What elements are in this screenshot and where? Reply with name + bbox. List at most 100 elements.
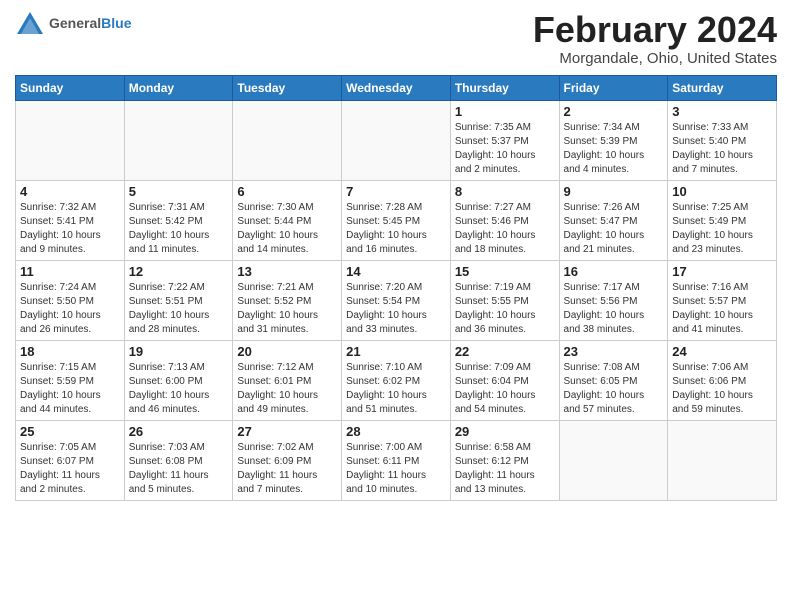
day-info: Sunrise: 7:21 AM Sunset: 5:52 PM Dayligh…	[237, 281, 337, 337]
col-wednesday: Wednesday	[342, 75, 451, 100]
day-number: 11	[20, 264, 120, 279]
day-info: Sunrise: 7:32 AM Sunset: 5:41 PM Dayligh…	[20, 201, 120, 257]
day-info: Sunrise: 7:16 AM Sunset: 5:57 PM Dayligh…	[672, 281, 772, 337]
table-row: 18 Sunrise: 7:15 AM Sunset: 5:59 PM Dayli…	[16, 340, 125, 420]
table-row: 8Sunrise: 7:27 AM Sunset: 5:46 PM Daylig…	[450, 180, 559, 260]
day-info: Sunrise: 7:13 AM Sunset: 6:00 PM Dayligh…	[129, 361, 229, 417]
table-row: 29 Sunrise: 6:58 AM Sunset: 6:12 PM Dayli…	[450, 420, 559, 500]
day-number: 14	[346, 264, 446, 279]
table-row: 26 Sunrise: 7:03 AM Sunset: 6:08 PM Dayli…	[124, 420, 233, 500]
calendar-week-row: 25 Sunrise: 7:05 AM Sunset: 6:07 PM Dayli…	[16, 420, 777, 500]
table-row: 20 Sunrise: 7:12 AM Sunset: 6:01 PM Dayli…	[233, 340, 342, 420]
day-info: Sunrise: 7:15 AM Sunset: 5:59 PM Dayligh…	[20, 361, 120, 417]
day-info: Sunrise: 7:03 AM Sunset: 6:08 PM Dayligh…	[129, 441, 229, 497]
calendar-week-row: 18 Sunrise: 7:15 AM Sunset: 5:59 PM Dayli…	[16, 340, 777, 420]
table-row	[124, 100, 233, 180]
day-number: 27	[237, 424, 337, 439]
table-row: 19 Sunrise: 7:13 AM Sunset: 6:00 PM Dayli…	[124, 340, 233, 420]
day-number: 6	[237, 184, 337, 199]
day-info: Sunrise: 7:27 AM Sunset: 5:46 PM Dayligh…	[455, 201, 555, 257]
page: GeneralBlue February 2024 Morgandale, Oh…	[0, 0, 792, 612]
day-info: Sunrise: 7:34 AM Sunset: 5:39 PM Dayligh…	[564, 121, 664, 177]
table-row: 1Sunrise: 7:35 AM Sunset: 5:37 PM Daylig…	[450, 100, 559, 180]
col-monday: Monday	[124, 75, 233, 100]
logo: GeneralBlue	[15, 10, 131, 38]
table-row: 14 Sunrise: 7:20 AM Sunset: 5:54 PM Dayli…	[342, 260, 451, 340]
calendar-header-row: Sunday Monday Tuesday Wednesday Thursday…	[16, 75, 777, 100]
day-info: Sunrise: 7:25 AM Sunset: 5:49 PM Dayligh…	[672, 201, 772, 257]
day-info: Sunrise: 7:17 AM Sunset: 5:56 PM Dayligh…	[564, 281, 664, 337]
day-info: Sunrise: 7:20 AM Sunset: 5:54 PM Dayligh…	[346, 281, 446, 337]
table-row: 5Sunrise: 7:31 AM Sunset: 5:42 PM Daylig…	[124, 180, 233, 260]
day-number: 16	[564, 264, 664, 279]
day-number: 29	[455, 424, 555, 439]
day-number: 7	[346, 184, 446, 199]
logo-general: General	[49, 15, 101, 31]
day-number: 3	[672, 104, 772, 119]
day-number: 9	[564, 184, 664, 199]
day-info: Sunrise: 7:26 AM Sunset: 5:47 PM Dayligh…	[564, 201, 664, 257]
table-row: 9 Sunrise: 7:26 AM Sunset: 5:47 PM Daylig…	[559, 180, 668, 260]
day-number: 23	[564, 344, 664, 359]
day-number: 19	[129, 344, 229, 359]
day-info: Sunrise: 7:19 AM Sunset: 5:55 PM Dayligh…	[455, 281, 555, 337]
title-block: February 2024 Morgandale, Ohio, United S…	[533, 10, 777, 67]
day-number: 20	[237, 344, 337, 359]
col-saturday: Saturday	[668, 75, 777, 100]
logo-blue: Blue	[101, 15, 131, 31]
day-number: 12	[129, 264, 229, 279]
day-info: Sunrise: 7:06 AM Sunset: 6:06 PM Dayligh…	[672, 361, 772, 417]
table-row: 4 Sunrise: 7:32 AM Sunset: 5:41 PM Daylig…	[16, 180, 125, 260]
col-friday: Friday	[559, 75, 668, 100]
day-info: Sunrise: 7:12 AM Sunset: 6:01 PM Dayligh…	[237, 361, 337, 417]
day-number: 10	[672, 184, 772, 199]
calendar-week-row: 1Sunrise: 7:35 AM Sunset: 5:37 PM Daylig…	[16, 100, 777, 180]
day-info: Sunrise: 7:22 AM Sunset: 5:51 PM Dayligh…	[129, 281, 229, 337]
day-info: Sunrise: 7:08 AM Sunset: 6:05 PM Dayligh…	[564, 361, 664, 417]
calendar-week-row: 11Sunrise: 7:24 AM Sunset: 5:50 PM Dayli…	[16, 260, 777, 340]
table-row	[668, 420, 777, 500]
table-row: 17 Sunrise: 7:16 AM Sunset: 5:57 PM Dayli…	[668, 260, 777, 340]
day-info: Sunrise: 7:05 AM Sunset: 6:07 PM Dayligh…	[20, 441, 120, 497]
day-number: 21	[346, 344, 446, 359]
table-row: 21 Sunrise: 7:10 AM Sunset: 6:02 PM Dayli…	[342, 340, 451, 420]
day-number: 18	[20, 344, 120, 359]
table-row: 28Sunrise: 7:00 AM Sunset: 6:11 PM Dayli…	[342, 420, 451, 500]
table-row: 16 Sunrise: 7:17 AM Sunset: 5:56 PM Dayli…	[559, 260, 668, 340]
day-info: Sunrise: 7:31 AM Sunset: 5:42 PM Dayligh…	[129, 201, 229, 257]
day-info: Sunrise: 7:10 AM Sunset: 6:02 PM Dayligh…	[346, 361, 446, 417]
table-row	[342, 100, 451, 180]
table-row: 11Sunrise: 7:24 AM Sunset: 5:50 PM Dayli…	[16, 260, 125, 340]
day-number: 26	[129, 424, 229, 439]
day-info: Sunrise: 6:58 AM Sunset: 6:12 PM Dayligh…	[455, 441, 555, 497]
table-row: 10 Sunrise: 7:25 AM Sunset: 5:49 PM Dayli…	[668, 180, 777, 260]
calendar: Sunday Monday Tuesday Wednesday Thursday…	[15, 75, 777, 501]
table-row: 22 Sunrise: 7:09 AM Sunset: 6:04 PM Dayli…	[450, 340, 559, 420]
col-tuesday: Tuesday	[233, 75, 342, 100]
logo-icon	[15, 10, 45, 38]
table-row	[559, 420, 668, 500]
table-row: 3 Sunrise: 7:33 AM Sunset: 5:40 PM Daylig…	[668, 100, 777, 180]
table-row: 27 Sunrise: 7:02 AM Sunset: 6:09 PM Dayli…	[233, 420, 342, 500]
table-row: 23 Sunrise: 7:08 AM Sunset: 6:05 PM Dayli…	[559, 340, 668, 420]
day-info: Sunrise: 7:35 AM Sunset: 5:37 PM Dayligh…	[455, 121, 555, 177]
day-info: Sunrise: 7:30 AM Sunset: 5:44 PM Dayligh…	[237, 201, 337, 257]
day-number: 4	[20, 184, 120, 199]
day-number: 17	[672, 264, 772, 279]
day-info: Sunrise: 7:28 AM Sunset: 5:45 PM Dayligh…	[346, 201, 446, 257]
day-info: Sunrise: 7:02 AM Sunset: 6:09 PM Dayligh…	[237, 441, 337, 497]
day-info: Sunrise: 7:09 AM Sunset: 6:04 PM Dayligh…	[455, 361, 555, 417]
day-number: 24	[672, 344, 772, 359]
day-number: 25	[20, 424, 120, 439]
calendar-week-row: 4 Sunrise: 7:32 AM Sunset: 5:41 PM Daylig…	[16, 180, 777, 260]
table-row: 7 Sunrise: 7:28 AM Sunset: 5:45 PM Daylig…	[342, 180, 451, 260]
table-row: 15Sunrise: 7:19 AM Sunset: 5:55 PM Dayli…	[450, 260, 559, 340]
table-row: 12 Sunrise: 7:22 AM Sunset: 5:51 PM Dayli…	[124, 260, 233, 340]
table-row: 25 Sunrise: 7:05 AM Sunset: 6:07 PM Dayli…	[16, 420, 125, 500]
day-info: Sunrise: 7:33 AM Sunset: 5:40 PM Dayligh…	[672, 121, 772, 177]
table-row: 13Sunrise: 7:21 AM Sunset: 5:52 PM Dayli…	[233, 260, 342, 340]
table-row: 24 Sunrise: 7:06 AM Sunset: 6:06 PM Dayli…	[668, 340, 777, 420]
col-thursday: Thursday	[450, 75, 559, 100]
table-row: 2Sunrise: 7:34 AM Sunset: 5:39 PM Daylig…	[559, 100, 668, 180]
day-number: 22	[455, 344, 555, 359]
